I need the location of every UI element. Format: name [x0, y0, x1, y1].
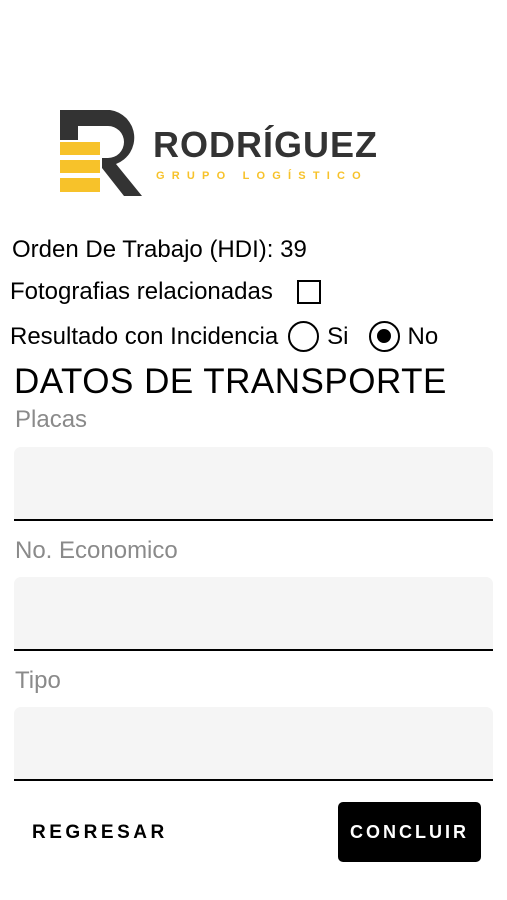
brand-tagline: GRUPO LOGÍSTICO [156, 170, 368, 182]
order-number: Orden De Trabajo (HDI): 39 [12, 236, 307, 263]
back-button[interactable]: REGRESAR [20, 806, 190, 860]
incidence-row: Resultado con Incidencia Si No [10, 321, 438, 352]
incidence-no-radio[interactable] [368, 321, 400, 352]
plates-label: Placas [15, 406, 88, 433]
economic-number-input[interactable] [14, 577, 493, 651]
plates-input[interactable] [14, 447, 493, 521]
incidence-no-label[interactable]: No [408, 323, 439, 351]
photos-row: Fotografias relacionadas [10, 278, 321, 306]
type-input[interactable] [14, 707, 493, 781]
incidence-yes-radio[interactable] [288, 321, 320, 352]
section-title: DATOS DE TRANSPORTE [14, 362, 447, 401]
incidence-yes-label[interactable]: Si [327, 323, 348, 351]
photos-label: Fotografias relacionadas [10, 278, 273, 305]
economic-number-label: No. Economico [15, 537, 178, 564]
type-label: Tipo [15, 667, 61, 694]
company-logo: RODRÍGUEZ GRUPO LOGÍSTICO [58, 108, 438, 200]
conclude-button[interactable]: CONCLUIR [338, 802, 481, 862]
logo-mark-icon [60, 110, 142, 196]
brand-name: RODRÍGUEZ [153, 124, 378, 165]
incidence-label: Resultado con Incidencia [10, 322, 279, 350]
photos-checkbox[interactable] [296, 280, 321, 304]
